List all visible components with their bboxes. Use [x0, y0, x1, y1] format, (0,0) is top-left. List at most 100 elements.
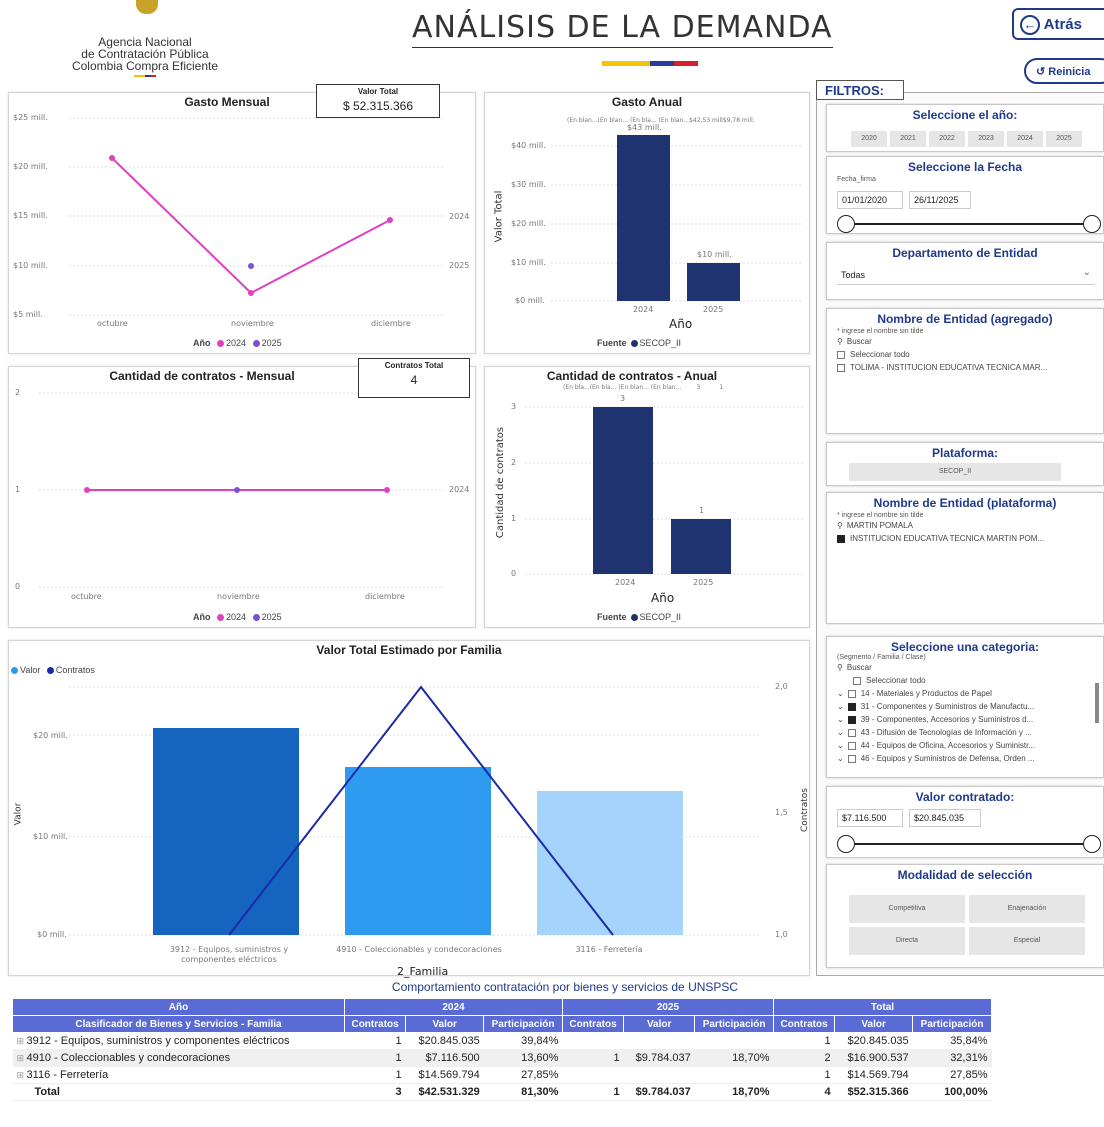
platform-option[interactable]: SECOP_II — [849, 463, 1061, 481]
date-from-input[interactable]: 01/01/2020 — [837, 191, 903, 209]
y-tick: $20 mill. — [33, 731, 68, 740]
checkbox[interactable] — [847, 702, 856, 711]
table-row[interactable]: ⊞ 3912 - Equipos, suministros y componen… — [12, 1032, 992, 1050]
col-header[interactable]: Valor — [405, 1015, 485, 1033]
select-all-option[interactable]: Seleccionar todo — [827, 674, 1103, 687]
checkbox[interactable] — [837, 534, 845, 543]
checkbox[interactable] — [847, 715, 856, 724]
hint: * ingrese el nombre sin tilde — [837, 512, 924, 519]
bar-4910[interactable] — [345, 767, 491, 935]
checkbox[interactable] — [847, 741, 856, 750]
category-option[interactable]: ⌄ 46 - Equipos y Suministros de Defensa, … — [827, 752, 1103, 765]
expand-icon[interactable]: ⊞ — [17, 1053, 27, 1063]
page-title: ANÁLISIS DE LA DEMANDA — [412, 10, 833, 48]
year-option[interactable]: 2022 — [929, 131, 965, 147]
entity-option[interactable]: TOLIMA - INSTITUCION EDUCATIVA TECNICA M… — [827, 361, 1103, 374]
col-header[interactable]: Participación — [483, 1015, 563, 1033]
table-row[interactable]: ⊞ 4910 - Coleccionables y condecoracione… — [12, 1049, 992, 1067]
col-header[interactable]: Valor — [834, 1015, 914, 1033]
year-option[interactable]: 2023 — [968, 131, 1004, 147]
category-option[interactable]: ⌄ 14 - Materiales y Productos de Papel — [827, 687, 1103, 700]
col-header[interactable]: Contratos — [343, 1015, 407, 1033]
chevron-down-icon: ⌄ — [837, 715, 844, 724]
bar-2024[interactable] — [593, 407, 653, 574]
bar-3116[interactable] — [537, 791, 683, 935]
year-option[interactable]: 2025 — [1046, 131, 1082, 147]
checkbox[interactable] — [847, 754, 856, 763]
category-option[interactable]: ⌄ 31 - Componentes y Suministros de Manuf… — [827, 700, 1103, 713]
value-to-input[interactable]: $20.845.035 — [909, 809, 981, 827]
department-dropdown[interactable]: Todas ⌄ — [837, 265, 1095, 285]
date-slider-end-handle[interactable] — [1083, 215, 1101, 233]
y-tick: 2 — [15, 388, 21, 397]
col-header[interactable]: Participación — [694, 1015, 774, 1033]
table-title: Comportamiento contratación por bienes y… — [391, 980, 739, 994]
checkbox[interactable] — [837, 350, 845, 359]
modality-option[interactable]: Enajenación — [969, 895, 1085, 923]
value-from-input[interactable]: $7.116.500 — [837, 809, 903, 827]
modality-option[interactable]: Especial — [969, 927, 1085, 955]
category-option[interactable]: ⌄ 39 - Componentes, Accesorios y Suminist… — [827, 713, 1103, 726]
y-axis-label: Valor — [13, 802, 24, 826]
y-tick: 1 — [511, 514, 517, 523]
entity-option[interactable]: INSTITUCION EDUCATIVA TECNICA MARTIN POM… — [827, 532, 1103, 545]
point-2024-octubre[interactable] — [84, 487, 90, 493]
col-header[interactable]: Valor — [623, 1015, 696, 1033]
point-2024-noviembre[interactable] — [248, 290, 254, 296]
point-2025-noviembre[interactable] — [248, 263, 254, 269]
checkbox[interactable] — [853, 676, 861, 685]
back-button[interactable]: ← Atrás — [1012, 8, 1104, 40]
col-header[interactable]: 2024 — [344, 998, 563, 1016]
category-option[interactable]: ⌄ 44 - Equipos de Oficina, Accesorios y S… — [827, 739, 1103, 752]
col-header[interactable]: Total — [772, 998, 993, 1016]
search-input[interactable]: ⚲ MARTIN POMALA — [827, 519, 1103, 532]
chevron-down-icon: ⌄ — [1082, 267, 1091, 278]
col-header[interactable]: Año — [12, 998, 345, 1016]
year-option[interactable]: 2020 — [851, 131, 887, 147]
bar-2024[interactable] — [617, 135, 670, 301]
value-slider-track[interactable] — [847, 843, 1093, 845]
year-option[interactable]: 2021 — [890, 131, 926, 147]
value-slider-start-handle[interactable] — [837, 835, 855, 853]
year-option[interactable]: 2024 — [1007, 131, 1043, 147]
contratos-total-card: Contratos Total 4 — [358, 358, 470, 398]
point-noviembre[interactable] — [234, 487, 240, 493]
col-header[interactable]: Clasificador de Bienes y Servicios - Fam… — [12, 1015, 345, 1033]
date-slider-start-handle[interactable] — [837, 215, 855, 233]
col-header[interactable]: 2025 — [561, 998, 774, 1016]
expand-icon[interactable]: ⊞ — [17, 1070, 27, 1080]
date-slider-track[interactable] — [847, 223, 1093, 225]
point-2024-octubre[interactable] — [109, 155, 115, 161]
modality-option[interactable]: Directa — [849, 927, 965, 955]
category-option[interactable]: ⌄ 43 - Difusión de Tecnologías de Informa… — [827, 726, 1103, 739]
table-row[interactable]: ⊞ 3116 - Ferretería 1 $14.569.794 27,85% 1… — [12, 1066, 992, 1084]
bar-3912[interactable] — [153, 728, 299, 935]
x-axis-label: Año — [669, 317, 693, 331]
value-filter-title: Valor contratado: — [915, 790, 1015, 804]
point-2024-diciembre[interactable] — [384, 487, 390, 493]
search-input[interactable]: ⚲ Buscar — [827, 661, 1103, 674]
value-slider-end-handle[interactable] — [1083, 835, 1101, 853]
search-input[interactable]: ⚲ Buscar — [827, 335, 1103, 348]
y-tick: $10 mill. — [511, 258, 546, 267]
y-axis-label: Valor Total — [493, 190, 505, 243]
card-label: Valor Total — [357, 87, 399, 96]
bar-2025[interactable] — [687, 263, 740, 301]
checkbox[interactable] — [847, 728, 856, 737]
date-to-input[interactable]: 26/11/2025 — [909, 191, 971, 209]
checkbox[interactable] — [847, 689, 856, 698]
checkbox[interactable] — [837, 363, 845, 372]
expand-icon[interactable]: ⊞ — [17, 1036, 27, 1046]
col-header[interactable]: Contratos — [561, 1015, 625, 1033]
col-header[interactable]: Participación — [912, 1015, 992, 1033]
category-filter: Seleccione una categoria: (Segmento / Fa… — [826, 636, 1104, 778]
select-all-option[interactable]: Seleccionar todo — [827, 348, 1103, 361]
point-2024-diciembre[interactable] — [387, 217, 393, 223]
col-header[interactable]: Contratos — [772, 1015, 836, 1033]
scrollbar[interactable] — [1095, 683, 1099, 723]
gasto-anual-panel: Gasto Anual (En blan...(En blan... (En b… — [484, 92, 810, 354]
bar-2025[interactable] — [671, 519, 731, 574]
filters-label: FILTROS: — [816, 80, 904, 100]
reset-button[interactable]: ↺ Reinicia — [1024, 58, 1104, 84]
modality-option[interactable]: Competitiva — [849, 895, 965, 923]
